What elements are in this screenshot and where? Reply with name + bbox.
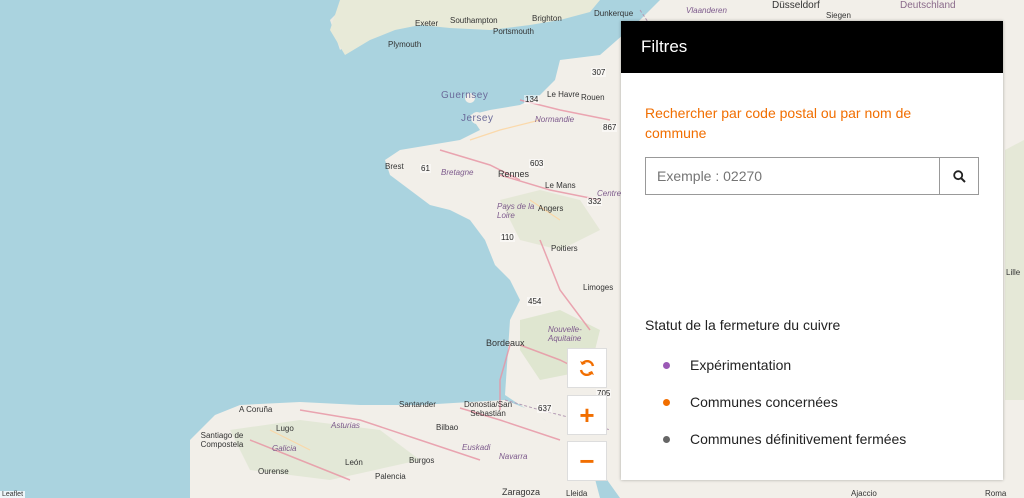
place-label: Palencia (375, 472, 406, 481)
route-number: 603 (529, 159, 545, 168)
place-label: Portsmouth (493, 27, 534, 36)
place-label: Brest (385, 162, 404, 171)
place-label: A Coruña (239, 405, 273, 414)
place-label: Zaragoza (502, 487, 541, 497)
place-label: Donostia/San Sebastián (463, 400, 513, 418)
legend-title: Statut de la fermeture du cuivre (645, 317, 841, 333)
region-label: Normandie (535, 115, 575, 124)
place-label: Lille (1006, 268, 1021, 277)
legend-label: Communes concernées (690, 394, 838, 410)
route-number: 61 (420, 164, 431, 173)
region-label: Galicia (272, 444, 297, 453)
place-label: Siegen (826, 11, 851, 20)
legend-item-concerned: Communes concernées (663, 394, 838, 410)
panel-header: Filtres (621, 21, 1003, 73)
filter-panel: Filtres Rechercher par code postal ou pa… (621, 21, 1003, 480)
island-label: Guernsey (441, 90, 489, 101)
search-label: Rechercher par code postal ou par nom de… (645, 105, 912, 141)
region-label: Vlaanderen (686, 6, 727, 15)
search-button[interactable] (939, 158, 978, 194)
place-label: Ourense (258, 467, 289, 476)
route-number: 307 (591, 68, 607, 77)
region-label: Navarra (499, 452, 528, 461)
legend-item-experimentation: Expérimentation (663, 357, 791, 373)
legend-dot (663, 398, 670, 406)
region-label: Nouvelle-Aquitaine (548, 325, 582, 343)
search-icon (952, 169, 966, 183)
place-label: Lleida (566, 489, 588, 498)
island-label: Jersey (461, 113, 494, 124)
place-label: Angers (538, 204, 564, 213)
place-label: Roma (985, 489, 1007, 498)
refresh-button[interactable] (567, 348, 607, 388)
place-label: Le Mans (545, 181, 576, 190)
legend-dot (663, 361, 670, 369)
place-label: Le Havre (547, 90, 580, 99)
route-number: 867 (602, 123, 618, 132)
search-box (645, 157, 979, 195)
legend-label: Expérimentation (690, 357, 792, 373)
region-label: Asturias (331, 421, 360, 430)
place-label: Plymouth (388, 40, 422, 49)
place-label: Poitiers (551, 244, 578, 253)
place-label: Southampton (450, 16, 498, 25)
refresh-icon (579, 359, 595, 377)
region-label: Bretagne (441, 168, 474, 177)
place-label: Brighton (532, 14, 562, 23)
legend-label: Communes définitivement fermées (690, 431, 907, 447)
search-input[interactable] (646, 158, 939, 194)
place-label: Exeter (415, 19, 439, 28)
map-attribution[interactable]: Leaflet (0, 491, 26, 498)
place-label: Bilbao (436, 423, 459, 432)
place-label: Düsseldorf (772, 0, 820, 11)
zoom-out-button[interactable]: − (567, 441, 607, 481)
region-label: Euskadi (462, 443, 491, 452)
route-number: 110 (500, 233, 515, 242)
legend-dot (663, 435, 670, 443)
place-label: Lugo (276, 424, 294, 433)
route-number: 134 (524, 95, 540, 104)
place-label: Santander (399, 400, 436, 409)
country-label: Deutschland (900, 0, 956, 11)
region-label: Pays de la Loire (497, 202, 535, 220)
route-number: 332 (587, 197, 603, 206)
place-label: Rennes (498, 169, 530, 179)
place-label: Santiago de Compostela (200, 431, 244, 449)
place-label: Ajaccio (851, 489, 877, 498)
panel-title: Filtres (641, 37, 688, 56)
zoom-in-button[interactable]: + (567, 395, 607, 435)
place-label: Bordeaux (486, 338, 525, 348)
place-label: León (345, 458, 363, 467)
place-label: Burgos (409, 456, 435, 465)
legend-item-closed: Communes définitivement fermées (663, 431, 906, 447)
place-label: Dunkerque (594, 9, 634, 18)
route-number: 454 (527, 297, 543, 306)
place-label: Rouen (581, 93, 605, 102)
place-label: Limoges (583, 283, 614, 292)
route-number: 637 (537, 404, 553, 413)
